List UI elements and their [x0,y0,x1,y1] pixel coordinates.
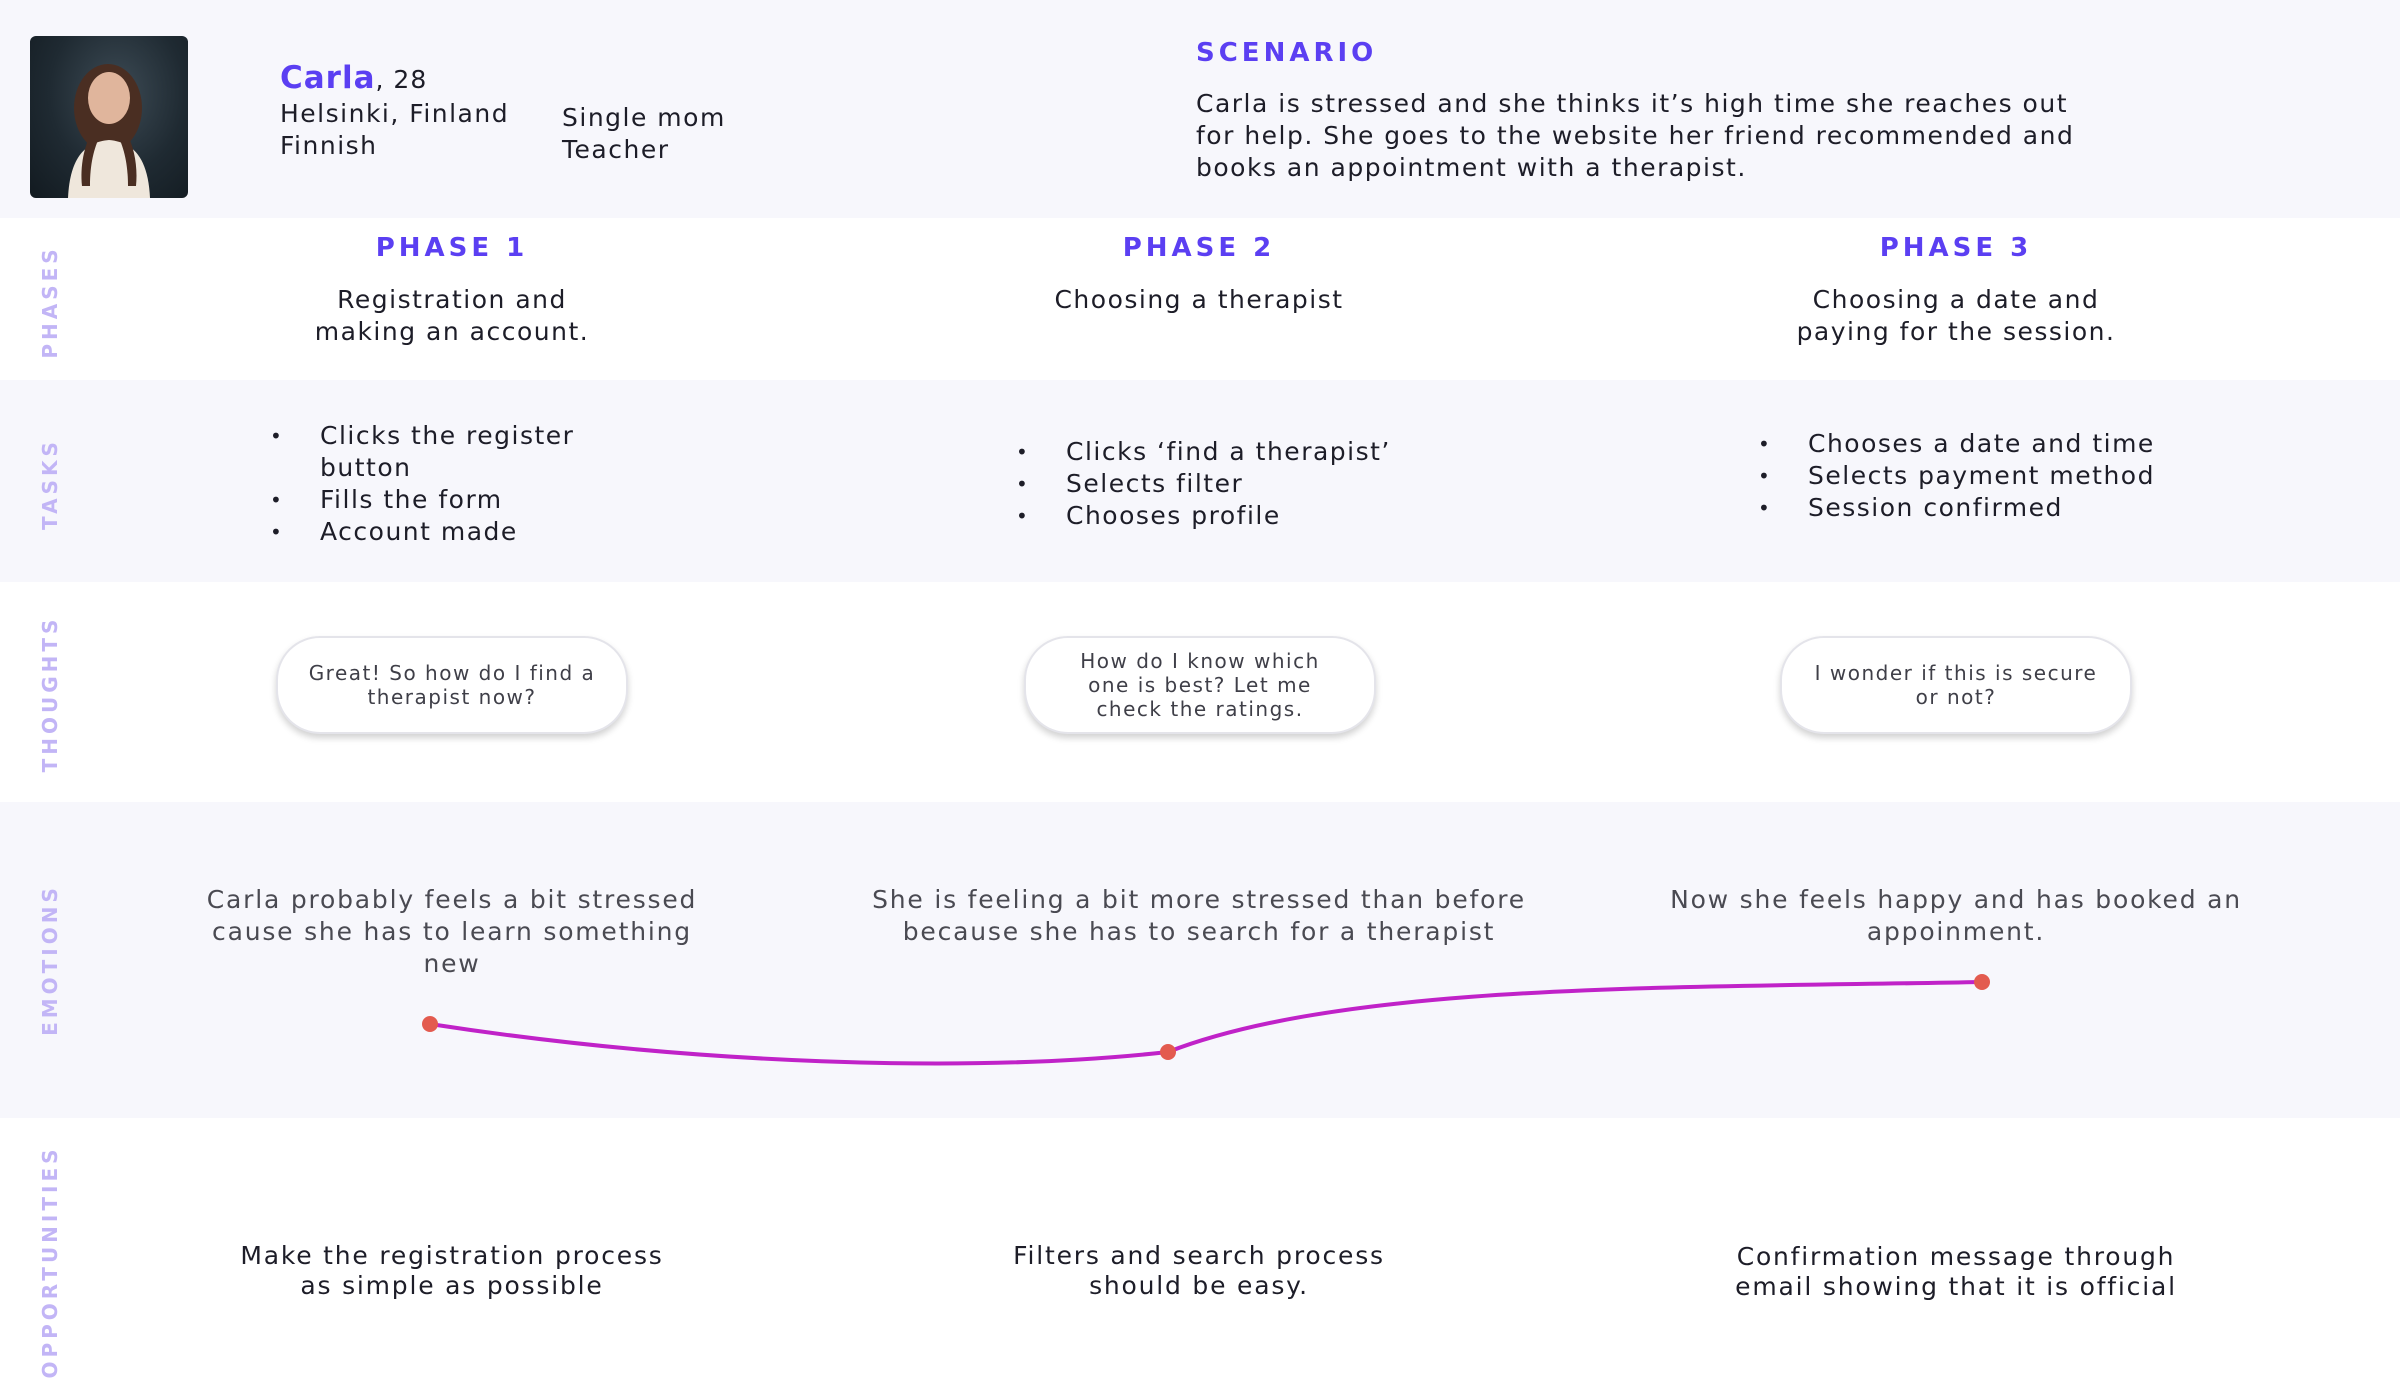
emotion-curve-line [429,980,1983,1066]
emotion-point-phase-1 [422,1016,438,1032]
emotion-curve-chart [422,974,1990,1066]
emotion-point-phase-2 [1160,1044,1176,1060]
emotion-point-phase-3 [1974,974,1990,990]
